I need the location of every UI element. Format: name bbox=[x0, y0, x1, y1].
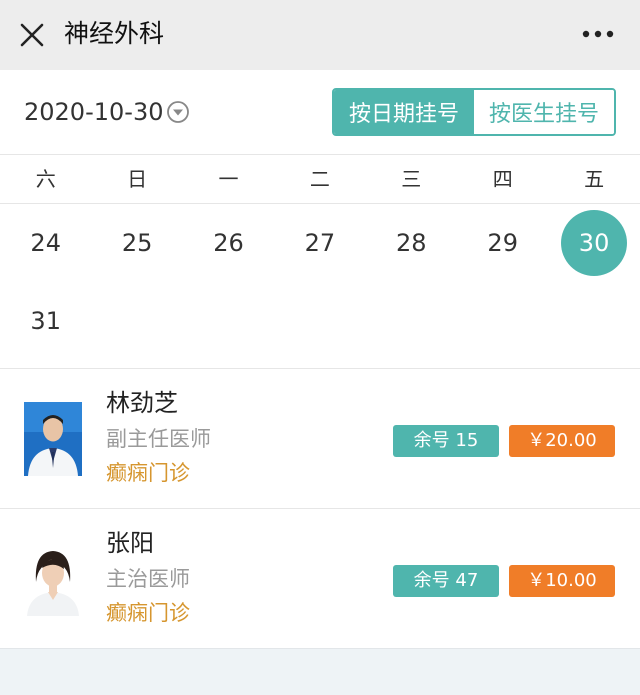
date-selector-bar: 2020-10-30 按日期挂号 按医生挂号 bbox=[0, 70, 640, 154]
day-number: 30 bbox=[561, 210, 628, 276]
selected-date[interactable]: 2020-10-30 bbox=[24, 96, 163, 128]
weekday-label: 三 bbox=[401, 167, 422, 191]
calendar-day[interactable]: 25 bbox=[91, 208, 182, 278]
doctor-title: 主治医师 bbox=[106, 567, 190, 591]
doctor-row[interactable]: 张阳 主治医师 癫痫门诊 余号 47 ￥10.00 bbox=[0, 508, 640, 648]
weekday-label: 一 bbox=[218, 167, 239, 191]
day-number: 25 bbox=[121, 229, 153, 257]
doctor-row[interactable]: 林劲芝 副主任医师 癫痫门诊 余号 15 ￥20.00 bbox=[0, 368, 640, 508]
chevron-down-circle-icon[interactable] bbox=[166, 100, 190, 124]
calendar-day[interactable]: 28 bbox=[366, 208, 457, 278]
top-bar: 神经外科 bbox=[0, 0, 640, 70]
day-number: 29 bbox=[487, 229, 518, 257]
more-dots-icon[interactable] bbox=[578, 22, 618, 46]
doctor-avatar bbox=[24, 402, 82, 476]
calendar-day[interactable]: 26 bbox=[183, 208, 274, 278]
close-icon[interactable] bbox=[16, 19, 48, 51]
tab-by-doctor[interactable]: 按医生挂号 bbox=[474, 90, 614, 134]
weekday-header: 六 日 一 二 三 四 五 bbox=[0, 154, 640, 204]
price-button[interactable]: ￥20.00 bbox=[509, 425, 615, 457]
tab-by-date[interactable]: 按日期挂号 bbox=[334, 90, 474, 134]
doctor-name: 张阳 bbox=[106, 529, 154, 557]
calendar-day-selected[interactable]: 30 bbox=[548, 208, 639, 278]
calendar-days: 24 25 26 27 28 29 30 31 bbox=[0, 204, 640, 368]
weekday-label: 五 bbox=[584, 167, 605, 191]
weekday-label: 二 bbox=[309, 167, 330, 191]
remaining-slots-badge: 余号 47 bbox=[393, 565, 499, 597]
weekday-label: 六 bbox=[35, 167, 56, 191]
doctor-title: 副主任医师 bbox=[106, 427, 211, 451]
calendar-day[interactable]: 27 bbox=[274, 208, 365, 278]
price-button[interactable]: ￥10.00 bbox=[509, 565, 615, 597]
day-number: 26 bbox=[213, 229, 244, 257]
doctor-clinic: 癫痫门诊 bbox=[106, 601, 190, 625]
day-number: 28 bbox=[396, 229, 427, 257]
day-number: 27 bbox=[304, 229, 336, 257]
doctor-avatar bbox=[24, 542, 82, 616]
page-title: 神经外科 bbox=[64, 19, 165, 48]
divider bbox=[0, 648, 640, 649]
doctor-name: 林劲芝 bbox=[106, 389, 178, 417]
calendar-day[interactable]: 31 bbox=[0, 286, 91, 356]
remaining-slots-badge: 余号 15 bbox=[393, 425, 499, 457]
calendar-day[interactable]: 29 bbox=[457, 208, 548, 278]
calendar-day[interactable]: 24 bbox=[0, 208, 91, 278]
day-number: 31 bbox=[30, 307, 61, 335]
doctor-clinic: 癫痫门诊 bbox=[106, 461, 190, 485]
weekday-label: 四 bbox=[492, 167, 513, 191]
day-number: 24 bbox=[30, 229, 61, 257]
main-content: 2020-10-30 按日期挂号 按医生挂号 六 日 一 二 三 四 五 24 … bbox=[0, 70, 640, 648]
registration-mode-toggle: 按日期挂号 按医生挂号 bbox=[332, 88, 616, 136]
weekday-label: 日 bbox=[127, 167, 148, 191]
